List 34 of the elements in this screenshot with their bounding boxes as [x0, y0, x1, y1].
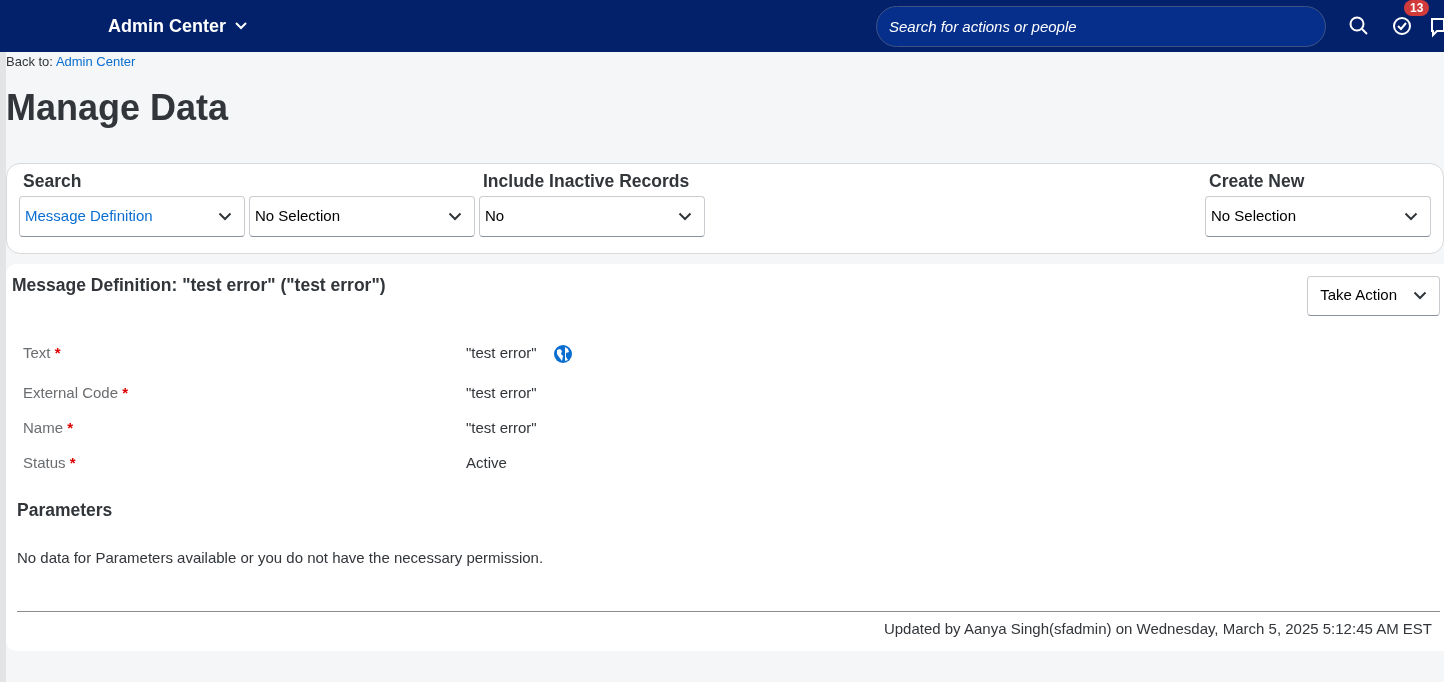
field-label: External Code *	[22, 382, 130, 403]
chevron-down-icon	[1404, 211, 1418, 221]
breadcrumb: Back to: Admin Center	[6, 53, 137, 71]
field-value: "test error"	[466, 417, 537, 438]
record-title: Message Definition: "test error" ("test error")	[12, 273, 386, 297]
chevron-down-icon	[448, 211, 462, 221]
chevron-down-icon	[234, 21, 248, 31]
dropdown[interactable]: No	[479, 195, 705, 237]
empty-message: No data for Parameters available or you do not have the necessary permission.	[17, 547, 545, 568]
page-title: Manage Data	[6, 85, 230, 129]
field-value: Active	[466, 452, 507, 473]
breadcrumb-link[interactable]: Admin Center	[55, 54, 136, 69]
field-value: "test error"	[466, 343, 537, 364]
check-circle-icon[interactable]	[1392, 16, 1412, 36]
search-field[interactable]: Search for actions or people	[876, 5, 1326, 47]
chevron-down-icon	[678, 211, 692, 221]
section-label: Create New	[1208, 169, 1306, 193]
dropdown[interactable]: No Selection	[249, 195, 475, 237]
chevron-down-icon	[218, 211, 232, 221]
field-label: Name *	[22, 417, 75, 438]
app-title-menu[interactable]: Admin Center	[108, 12, 248, 40]
dropdown[interactable]: No Selection	[1205, 195, 1431, 237]
updated-info: Updated by Aanya Singh(sfadmin) on Wednesday, March 5, 2025 5:12:45 AM EST	[883, 620, 1432, 638]
section-label: Include Inactive Records	[482, 169, 691, 193]
notification-badge: 13	[1404, 0, 1430, 16]
chevron-down-icon	[1413, 291, 1427, 301]
section-label: Search	[22, 169, 83, 193]
globe-icon[interactable]	[552, 343, 573, 364]
field-value: "test error"	[466, 382, 537, 403]
take-action-button[interactable]: Take Action	[1307, 275, 1440, 316]
field-label: Status *	[22, 452, 77, 473]
section-title: Parameters	[17, 498, 114, 522]
field-label: Text *	[22, 343, 62, 364]
dropdown[interactable]: Message Definition	[19, 195, 245, 237]
